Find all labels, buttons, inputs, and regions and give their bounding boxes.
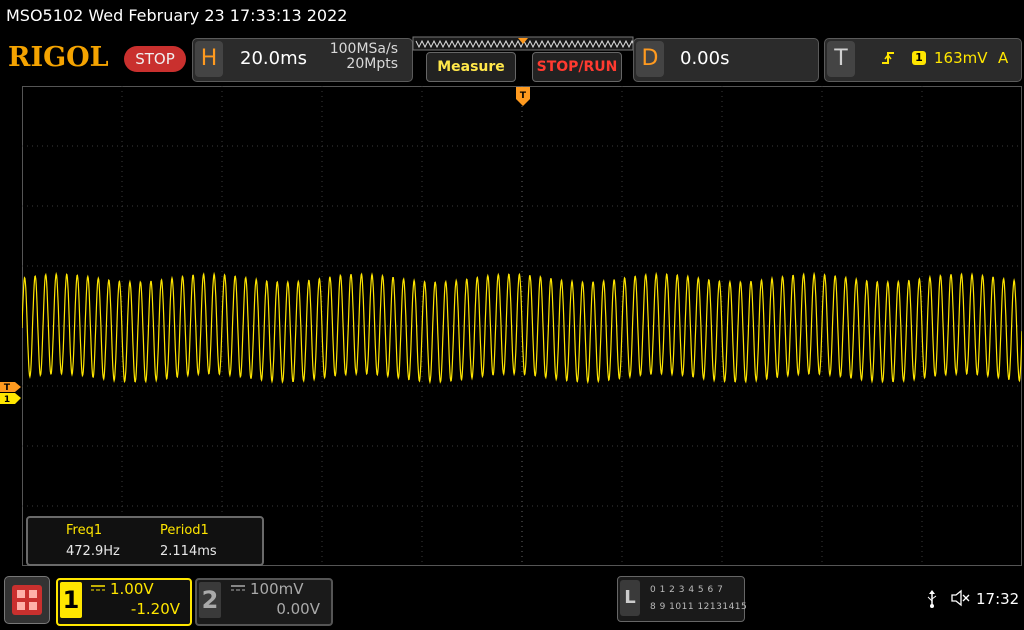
title-bar: MSO5102 Wed February 23 17:33:13 2022 [0, 0, 1024, 34]
channel-1-scale: 1.00V [110, 580, 154, 598]
horizontal-label: H [195, 41, 223, 77]
main-menu-button[interactable] [4, 576, 50, 624]
memory-depth: 20Mpts [346, 56, 398, 72]
scope-display[interactable] [22, 86, 1022, 566]
trigger-marker-label: T [520, 91, 527, 101]
channel-1-number: 1 [60, 582, 82, 618]
speaker-muted-icon[interactable] [950, 589, 970, 607]
channel-markers[interactable]: T 1 [0, 381, 22, 405]
period-value: 2.114ms [160, 544, 217, 559]
delay-label: D [636, 41, 664, 77]
acquisition-info: 100MSa/s 20Mpts [318, 42, 398, 72]
trigger-label: T [827, 41, 855, 77]
measure-button[interactable]: Measure [426, 52, 516, 82]
channel-1-offset: -1.20V [130, 600, 180, 618]
waveform-overview[interactable] [412, 36, 634, 52]
freq-value: 472.9Hz [66, 544, 120, 559]
freq-label: Freq1 [66, 523, 103, 538]
trigger-level-marker-label: T [4, 383, 11, 393]
logic-channels-low: 0 1 2 3 4 5 6 7 [650, 585, 724, 595]
rising-edge-icon [882, 52, 894, 64]
logic-label: L [620, 580, 640, 616]
delay-value: 0.00s [680, 48, 730, 69]
dc-coupling-icon [91, 585, 105, 591]
system-clock: 17:32 [976, 590, 1020, 608]
usb-icon [927, 590, 937, 608]
stop-run-button[interactable]: STOP/RUN [532, 52, 622, 82]
measurement-panel[interactable] [26, 516, 264, 566]
channel-2-offset: 0.00V [276, 600, 320, 618]
timebase-value: 20.0ms [240, 48, 307, 69]
channel-2-number: 2 [199, 582, 221, 618]
channel-2-scale: 100mV [250, 580, 304, 598]
ch1-waveform [22, 271, 1022, 385]
trigger-position-marker[interactable]: T [515, 86, 531, 110]
ch1-marker-label: 1 [4, 395, 10, 405]
logic-channels-high: 8 9 1011 12131415 [650, 602, 748, 612]
grid-menu-icon [12, 585, 42, 615]
trigger-source-badge: 1 [912, 51, 926, 65]
window-title: MSO5102 Wed February 23 17:33:13 2022 [6, 6, 348, 25]
sample-rate: 100MSa/s [329, 41, 398, 57]
trigger-level: 163mV [934, 49, 988, 67]
rigol-logo: RIGOL [8, 42, 109, 73]
trigger-mode: A [998, 49, 1009, 67]
period-label: Period1 [160, 523, 209, 538]
dc-coupling-icon [231, 585, 245, 591]
run-state-badge[interactable]: STOP [124, 46, 186, 72]
